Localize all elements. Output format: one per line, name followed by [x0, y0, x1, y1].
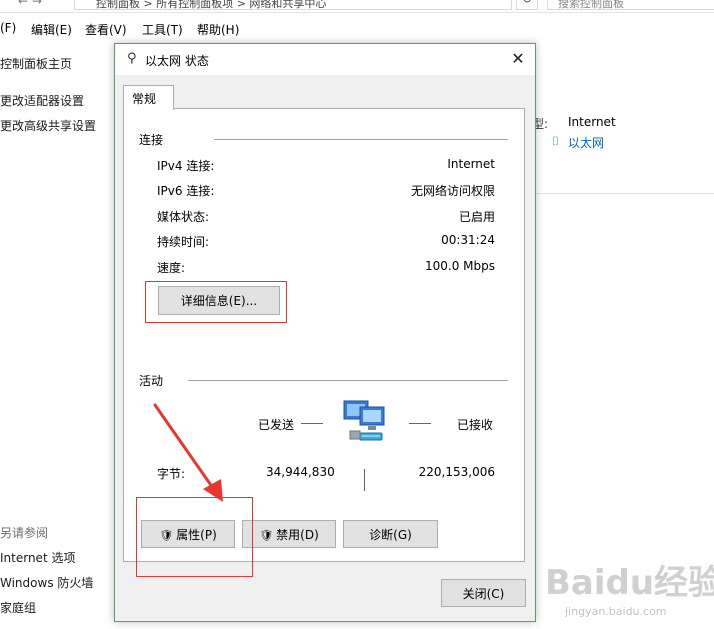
ethernet-icon: ⌷ — [552, 134, 560, 148]
highlight-box-details — [145, 281, 287, 323]
activity-section-title: 活动 — [139, 374, 164, 388]
activity-section-line — [188, 380, 508, 381]
speed-value: 100.0 Mbps — [424, 259, 495, 273]
tab-general-label: 常规 — [132, 92, 157, 106]
menu-help[interactable]: 帮助(H) — [197, 21, 239, 38]
divider — [534, 193, 714, 194]
sidebar-control-panel-home[interactable]: 控制面板主页 — [0, 55, 72, 72]
ipv4-label: IPv4 连接: — [157, 159, 215, 173]
menu-file[interactable]: (F) — [0, 21, 16, 35]
sent-label: 已发送 — [258, 418, 295, 432]
refresh-icon[interactable]: ↻ — [516, 0, 538, 10]
see-also-internet-options[interactable]: Internet 选项 — [0, 549, 75, 566]
address-text: 控制面板 > 所有控制面板项 > 网络和共享中心 — [96, 0, 327, 10]
watermark-url: jingyan.baidu.com — [565, 605, 667, 618]
ipv4-value: Internet — [447, 157, 495, 171]
sidebar-change-adapter[interactable]: 更改适配器设置 — [0, 92, 84, 109]
see-also-firewall[interactable]: Windows 防火墙 — [0, 574, 93, 591]
baidu-watermark: Baidu经验 jingyan.baidu.com — [545, 555, 714, 627]
dialog-titlebar[interactable]: ⚲ 以太网 状态 ✕ — [115, 44, 535, 75]
back-arrow-icon[interactable]: ← → — [18, 0, 42, 8]
connection-section-line — [214, 139, 508, 140]
ipv6-value: 无网络访问权限 — [410, 184, 495, 198]
diagnose-button[interactable]: 诊断(G) — [343, 520, 438, 548]
duration-label: 持续时间: — [157, 235, 210, 249]
ethernet-link[interactable]: 以太网 — [568, 134, 604, 151]
network-adapter-icon: ⚲ — [127, 51, 137, 66]
disable-button-label: 禁用(D) — [276, 527, 319, 542]
general-panel: 连接 IPv4 连接: Internet IPv6 连接: 无网络访问权限 媒体… — [123, 108, 525, 577]
bytes-divider — [364, 469, 365, 491]
duration-value: 00:31:24 — [441, 233, 495, 247]
bytes-received-value: 220,153,006 — [418, 465, 495, 479]
menu-edit[interactable]: 编辑(E) — [31, 21, 72, 38]
uac-shield-icon: 🛡 — [259, 528, 274, 542]
connection-section-title: 连接 — [139, 133, 164, 147]
network-activity-icon — [343, 400, 385, 441]
see-also-title: 另请参阅 — [0, 526, 49, 540]
bytes-sent-value: 34,944,830 — [266, 465, 335, 479]
sent-dash — [301, 423, 323, 424]
highlight-box-properties — [136, 497, 253, 577]
menu-view[interactable]: 查看(V) — [85, 21, 127, 38]
search-placeholder: 搜索控制面板 — [558, 0, 624, 10]
watermark-logo-text: Baidu经验 — [545, 563, 714, 603]
menu-tools[interactable]: 工具(T) — [142, 21, 183, 38]
sidebar-change-sharing[interactable]: 更改高级共享设置 — [0, 117, 96, 134]
dialog-title: 以太网 状态 — [145, 54, 209, 68]
close-icon[interactable]: ✕ — [507, 48, 529, 70]
tab-general[interactable]: 常规 — [123, 85, 174, 110]
ethernet-status-dialog: ⚲ 以太网 状态 ✕ 常规 连接 IPv4 连接: Internet IPv6 … — [114, 43, 536, 622]
close-button[interactable]: 关闭(C) — [441, 579, 526, 607]
media-state-value: 已启用 — [458, 210, 495, 224]
see-also-homegroup[interactable]: 家庭组 — [0, 599, 36, 616]
speed-label: 速度: — [157, 261, 186, 275]
received-label: 已接收 — [457, 418, 494, 432]
received-dash — [409, 423, 431, 424]
disable-button[interactable]: 🛡 禁用(D) — [242, 520, 336, 548]
menu-bar: (F) 编辑(E) 查看(V) 工具(T) 帮助(H) — [0, 18, 714, 40]
red-arrow-annotation — [153, 403, 223, 502]
access-type-value: Internet — [568, 115, 616, 129]
media-state-label: 媒体状态: — [157, 210, 210, 224]
ipv6-label: IPv6 连接: — [157, 184, 215, 198]
